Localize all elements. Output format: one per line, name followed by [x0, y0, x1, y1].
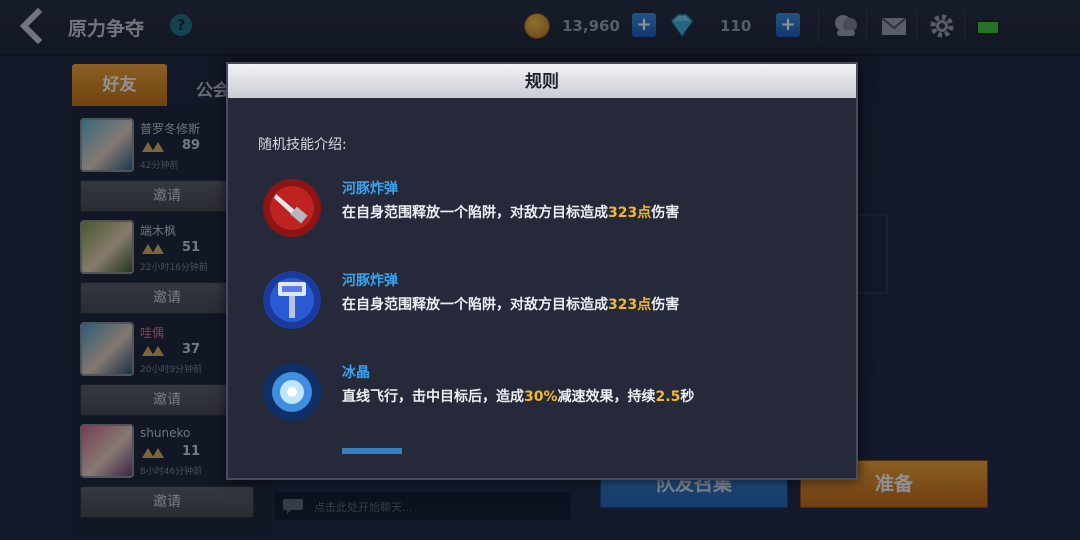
skill-description: 在自身范围释放一个陷阱，对敌方目标造成323点伤害 — [342, 297, 680, 313]
skill-item: 河豚炸弹 在自身范围释放一个陷阱，对敌方目标造成323点伤害 — [262, 178, 842, 242]
skill-name: 河豚炸弹 — [342, 273, 398, 289]
skill-item: 冰晶 直线飞行，击中目标后，造成30%减速效果，持续2.5秒 — [262, 362, 842, 426]
skill-name: 河豚炸弹 — [342, 181, 398, 197]
skill-description: 在自身范围释放一个陷阱，对敌方目标造成323点伤害 — [342, 205, 680, 221]
dialog-body[interactable]: 随机技能介绍: 河豚炸弹 在自身范围释放一个陷阱，对敌方目标造成323点伤害 河… — [228, 98, 856, 454]
pufferfish-bomb-icon — [263, 179, 321, 237]
dialog-header: 规则 — [228, 64, 856, 98]
rules-dialog: 规则 随机技能介绍: 河豚炸弹 在自身范围释放一个陷阱，对敌方目标造成323点伤… — [226, 62, 858, 480]
skill-item: 河豚炸弹 在自身范围释放一个陷阱，对敌方目标造成323点伤害 — [262, 270, 842, 334]
skill-description: 直线飞行，击中目标后，造成30%减速效果，持续2.5秒 — [342, 389, 695, 405]
skills-intro-label: 随机技能介绍: — [258, 137, 347, 153]
next-skill-partial — [342, 448, 422, 454]
dialog-title: 规则 — [525, 72, 559, 92]
skill-name: 冰晶 — [342, 365, 370, 381]
ice-crystal-icon — [263, 363, 321, 421]
hammer-icon — [263, 271, 321, 329]
